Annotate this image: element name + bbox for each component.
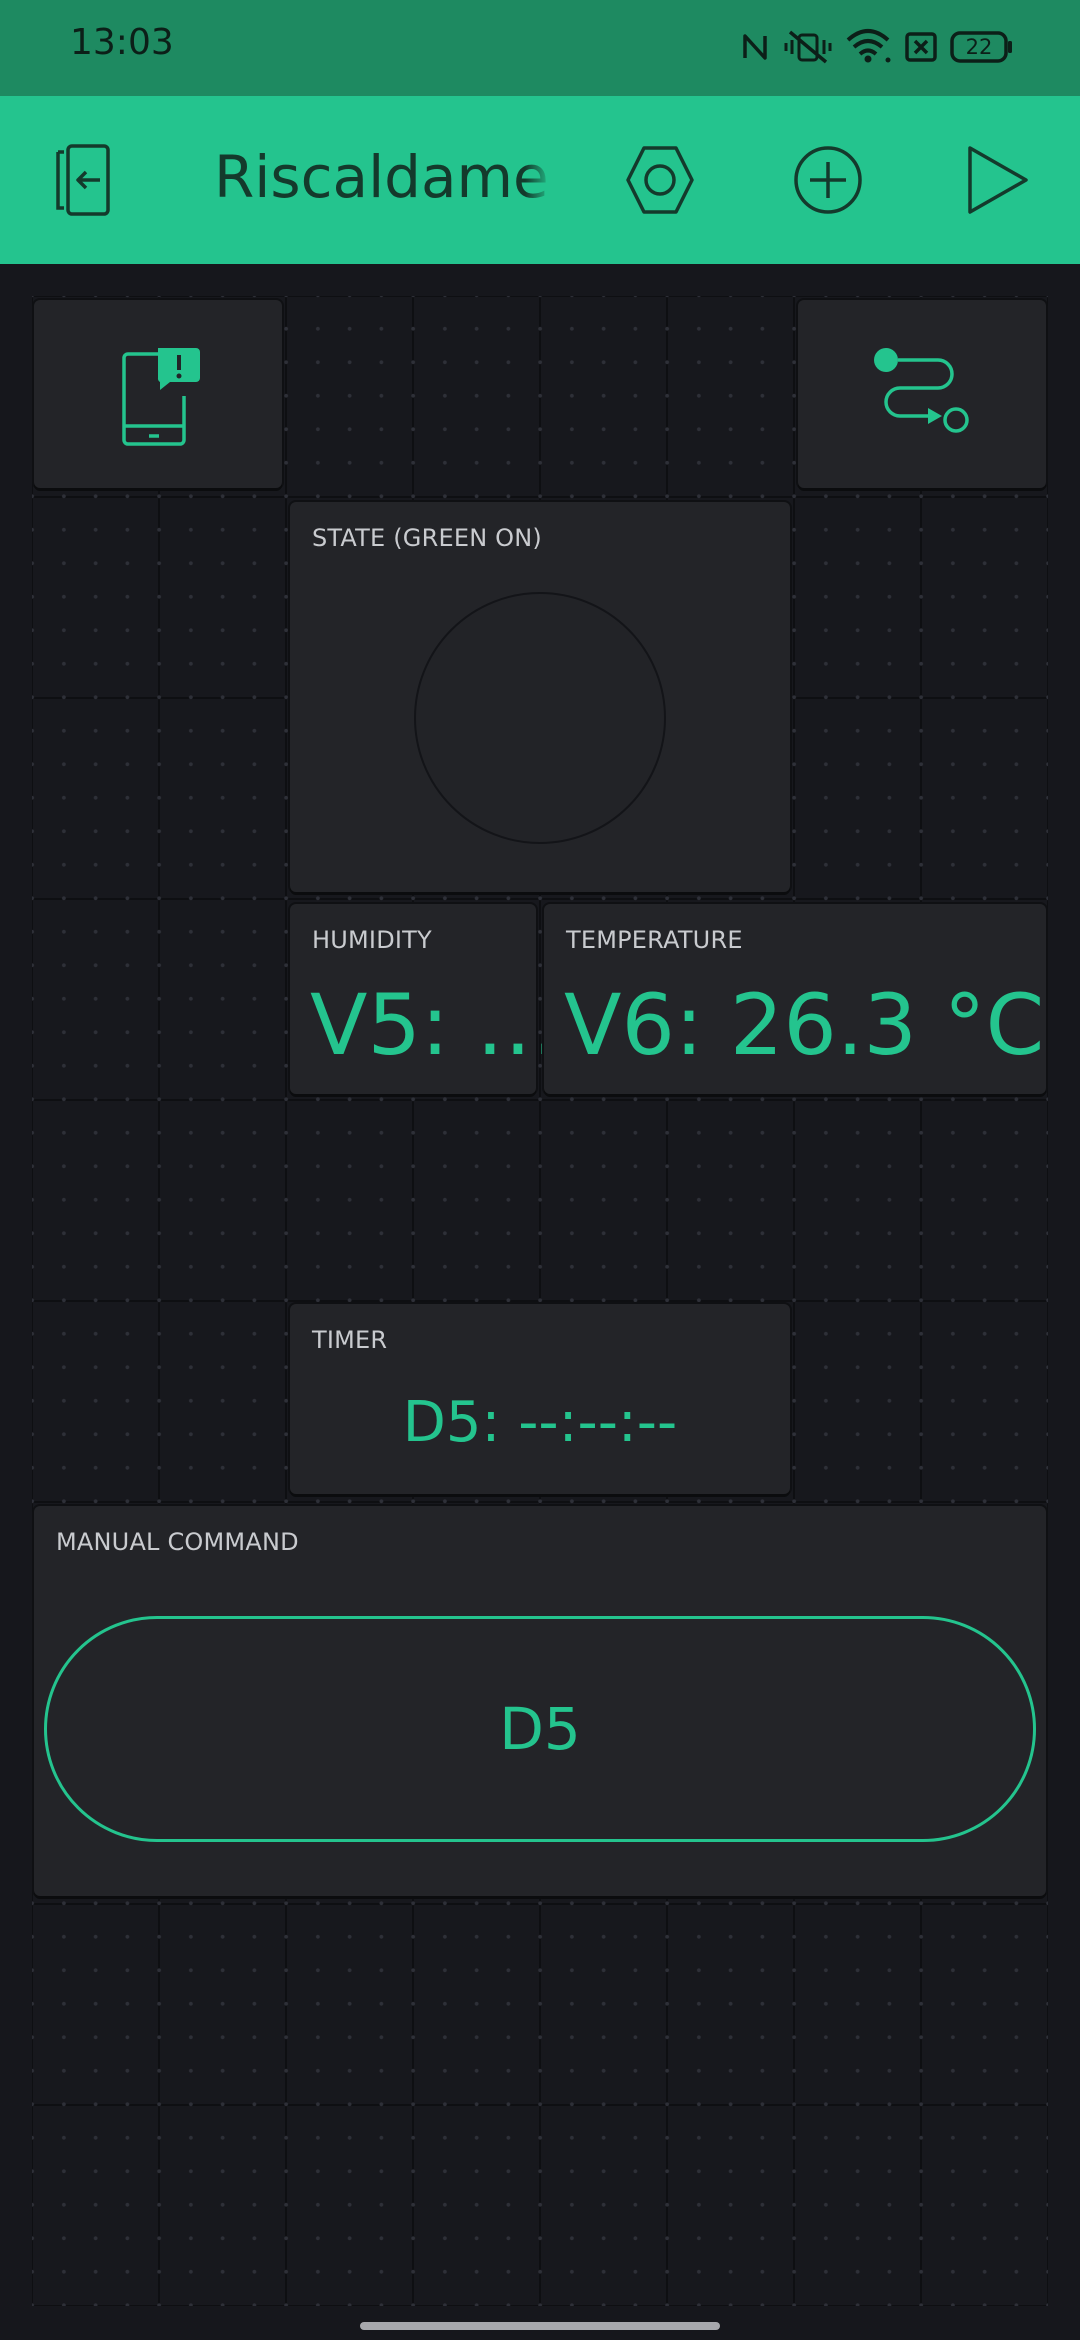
play-button[interactable]: [944, 128, 1048, 232]
manual-command-label: MANUAL COMMAND: [56, 1528, 299, 1556]
vibrate-mute-icon: [782, 30, 834, 68]
humidity-widget: HUMIDITY V5: …: [290, 904, 560, 1094]
manual-command-button-label: D5: [499, 1695, 581, 1763]
wifi-icon: [846, 28, 892, 68]
exit-icon: [56, 144, 110, 216]
play-icon: [968, 146, 1028, 214]
led-indicator: [414, 592, 666, 844]
home-indicator[interactable]: [360, 2322, 720, 2330]
battery-icon: 22: [950, 30, 1014, 68]
sim-x-icon: [904, 30, 938, 68]
status-time: 13:03: [70, 22, 174, 63]
app-toolbar: Riscaldamento: [0, 96, 1080, 264]
humidity-label: HUMIDITY: [312, 926, 432, 954]
humidity-value: V5: …: [310, 976, 560, 1074]
manual-command-widget: MANUAL COMMAND D5: [34, 1506, 1046, 1896]
eventor-widget[interactable]: [798, 300, 1046, 488]
project-title[interactable]: Riscaldamento: [214, 142, 552, 212]
battery-level: 22: [965, 35, 993, 59]
timer-value: D5: --:--:--: [402, 1390, 678, 1455]
exit-button[interactable]: [32, 128, 136, 232]
eventor-route-icon: [874, 348, 969, 433]
phone-notification-icon: [122, 348, 200, 446]
nfc-icon: [740, 30, 770, 68]
add-widget-button[interactable]: [776, 128, 880, 232]
notification-widget[interactable]: [34, 300, 282, 488]
widget-canvas: STATE (GREEN ON) HUMIDITY V5: … TEMPERAT…: [32, 296, 1048, 2306]
project-settings-button[interactable]: [608, 128, 712, 232]
status-bar: 13:03 22: [0, 0, 1080, 96]
manual-command-button[interactable]: D5: [44, 1616, 1036, 1842]
led-widget: STATE (GREEN ON): [290, 502, 790, 892]
timer-label: TIMER: [312, 1326, 388, 1354]
temperature-widget: TEMPERATURE V6: 26.3 °C: [544, 904, 1046, 1094]
led-widget-label: STATE (GREEN ON): [312, 524, 542, 552]
add-widget-icon: [794, 146, 862, 214]
temperature-label: TEMPERATURE: [566, 926, 743, 954]
temperature-value: V6: 26.3 °C: [564, 976, 1045, 1074]
timer-widget[interactable]: TIMER D5: --:--:--: [290, 1304, 790, 1494]
settings-hexnut-icon: [626, 146, 694, 214]
